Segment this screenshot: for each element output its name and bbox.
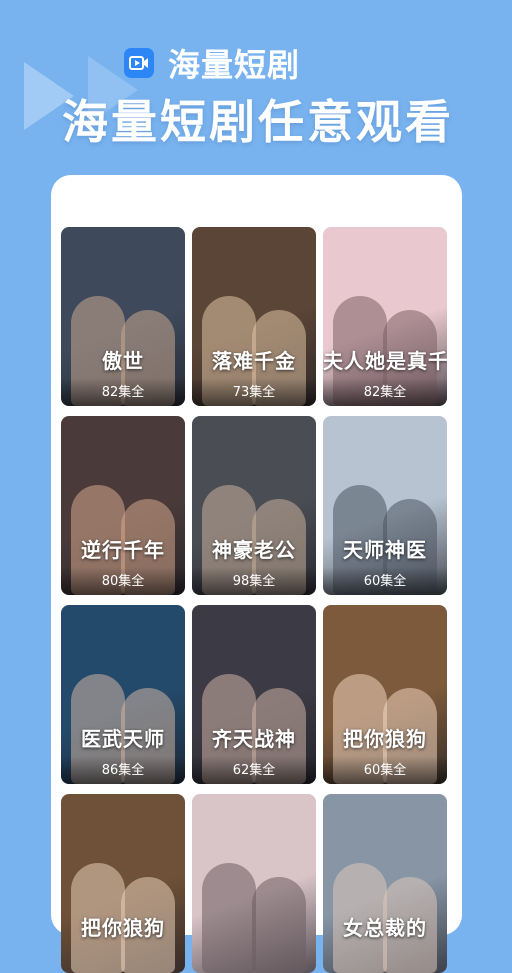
drama-tile[interactable]: 把你狼狗 (61, 794, 185, 973)
episode-count: 82集全 (61, 378, 185, 406)
episode-count: 60集全 (323, 567, 447, 595)
episode-count: 73集全 (192, 378, 316, 406)
episode-count: 82集全 (323, 378, 447, 406)
drama-title: 女总裁的 (343, 916, 427, 940)
drama-title: 医武天师 (81, 727, 165, 751)
episode-count: 62集全 (192, 756, 316, 784)
drama-title: 把你狼狗 (81, 916, 165, 940)
drama-title: 落难千金 (212, 349, 296, 373)
drama-title: 逆行千年 (81, 538, 165, 562)
drama-tile[interactable]: 逆行千年 80集全 (61, 416, 185, 595)
drama-tile[interactable] (192, 794, 316, 973)
drama-grid: 傲世 82集全 落难千金 73集全夫人她是真千金 82集全逆行千年 80集全 神豪老公 98集… (61, 227, 449, 973)
drama-tile[interactable]: 神豪老公 98集全 (192, 416, 316, 595)
brand: 海量短剧 (124, 40, 300, 86)
app-logo-icon (124, 48, 154, 78)
poster-figure (252, 877, 306, 973)
drama-title: 夫人她是真千金 (323, 349, 447, 373)
poster-figure (202, 863, 256, 973)
drama-tile[interactable]: 女总裁的 (323, 794, 447, 973)
episode-count: 80集全 (61, 567, 185, 595)
drama-title: 把你狼狗 (343, 727, 427, 751)
drama-title: 神豪老公 (212, 538, 296, 562)
drama-title: 傲世 (102, 349, 144, 373)
episode-count: 60集全 (323, 756, 447, 784)
drama-tile[interactable]: 齐天战神 62集全 (192, 605, 316, 784)
drama-tile[interactable]: 夫人她是真千金 82集全 (323, 227, 447, 406)
app-name: 海量短剧 (168, 46, 301, 84)
episode-count: 98集全 (192, 567, 316, 595)
episode-count: 86集全 (61, 756, 185, 784)
drama-tile[interactable]: 把你狼狗 60集全 (323, 605, 447, 784)
drama-tile[interactable]: 落难千金 73集全 (192, 227, 316, 406)
page-headline: 海量短剧任意观看 (62, 95, 454, 149)
drama-title: 天师神医 (343, 538, 427, 562)
drama-tile[interactable]: 天师神医 60集全 (323, 416, 447, 595)
drama-tile[interactable]: 医武天师 86集全 (61, 605, 185, 784)
drama-title: 齐天战神 (212, 727, 296, 751)
drama-tile[interactable]: 傲世 82集全 (61, 227, 185, 406)
